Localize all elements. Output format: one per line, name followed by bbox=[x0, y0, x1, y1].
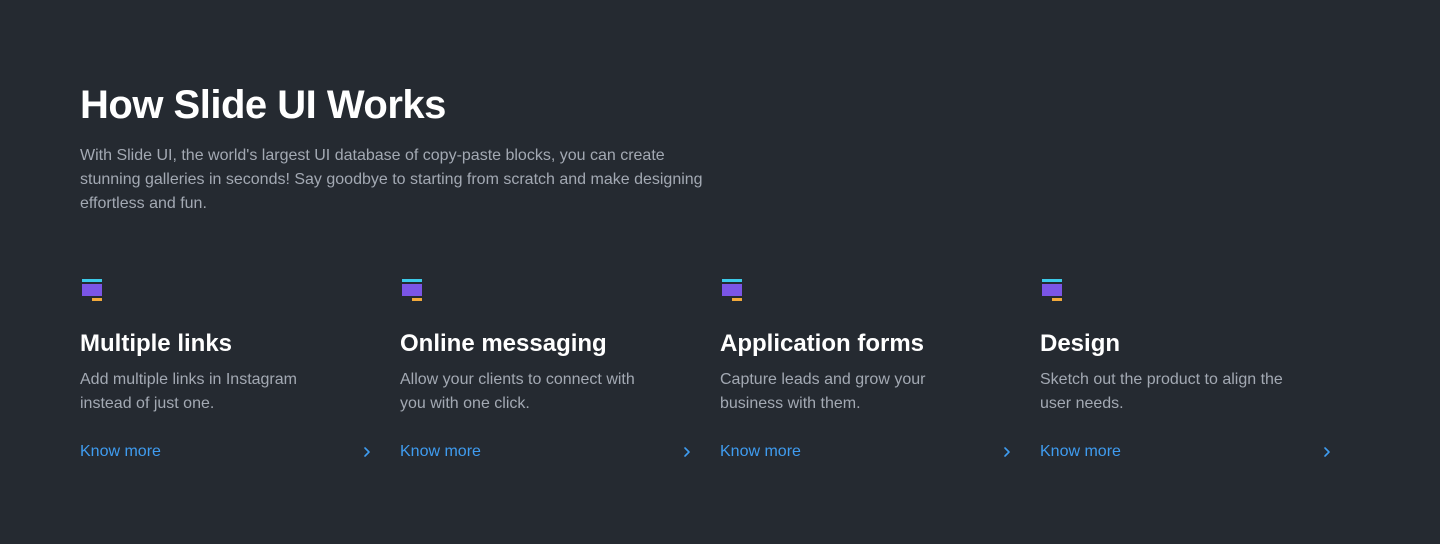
feature-list: Multiple links Add multiple links in Ins… bbox=[80, 279, 1360, 469]
feature-card-multiple-links: Multiple links Add multiple links in Ins… bbox=[80, 279, 400, 469]
feature-title: Design bbox=[1040, 330, 1121, 357]
feature-card-design: Design Sketch out the product to align t… bbox=[1040, 279, 1360, 469]
know-more-link[interactable]: Know more bbox=[1040, 440, 1332, 464]
know-more-label: Know more bbox=[1040, 443, 1121, 460]
feature-description: Allow your clients to connect with you w… bbox=[400, 371, 635, 412]
how-it-works-section: How Slide UI Works With Slide UI, the wo… bbox=[0, 0, 1440, 544]
feature-card-application-forms: Application forms Capture leads and grow… bbox=[720, 279, 1040, 469]
section-title: How Slide UI Works bbox=[80, 83, 446, 127]
block-stack-icon bbox=[82, 279, 102, 301]
feature-title: Multiple links bbox=[80, 330, 233, 357]
chevron-right-icon bbox=[364, 447, 370, 457]
know-more-link[interactable]: Know more bbox=[400, 440, 692, 464]
know-more-label: Know more bbox=[400, 443, 481, 460]
chevron-right-icon bbox=[1324, 447, 1330, 457]
feature-description: Capture leads and grow your business wit… bbox=[720, 371, 926, 412]
section-description: With Slide UI, the world's largest UI da… bbox=[80, 147, 703, 212]
feature-title: Application forms bbox=[720, 330, 925, 357]
know-more-link[interactable]: Know more bbox=[80, 440, 372, 464]
block-stack-icon bbox=[722, 279, 742, 301]
feature-card-online-messaging: Online messaging Allow your clients to c… bbox=[400, 279, 720, 469]
feature-description: Add multiple links in Instagram instead … bbox=[80, 371, 297, 412]
chevron-right-icon bbox=[1004, 447, 1010, 457]
chevron-right-icon bbox=[684, 447, 690, 457]
block-stack-icon bbox=[1042, 279, 1062, 301]
know-more-label: Know more bbox=[720, 443, 801, 460]
know-more-label: Know more bbox=[80, 443, 161, 460]
block-stack-icon bbox=[402, 279, 422, 301]
know-more-link[interactable]: Know more bbox=[720, 440, 1012, 464]
feature-title: Online messaging bbox=[400, 330, 607, 357]
feature-description: Sketch out the product to align the user… bbox=[1040, 371, 1283, 412]
